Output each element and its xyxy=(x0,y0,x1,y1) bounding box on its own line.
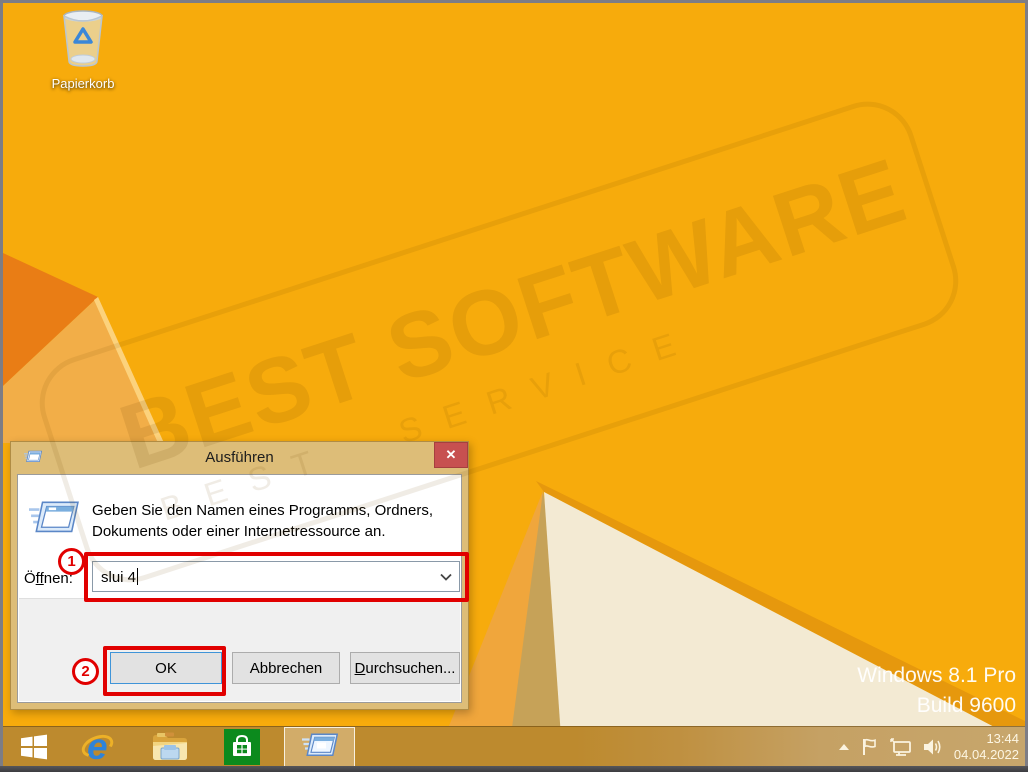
flag-icon xyxy=(861,738,879,756)
store-button[interactable] xyxy=(219,727,265,766)
recycle-bin-label: Papierkorb xyxy=(48,76,118,91)
store-icon xyxy=(224,729,260,765)
dialog-message-line1: Geben Sie den Namen eines Programms, Ord… xyxy=(92,500,433,521)
cancel-button[interactable]: Abbrechen xyxy=(232,652,340,684)
network-icon xyxy=(890,738,912,756)
screenshot-frame: Papierkorb BEST SOFTWARE BEST SERVICE xyxy=(0,0,1028,772)
run-icon xyxy=(24,450,42,465)
tray-date: 04.04.2022 xyxy=(954,747,1019,763)
dialog-title: Ausführen xyxy=(205,449,273,466)
dialog-footer: OK Abbrechen Durchsuchen... xyxy=(19,598,460,701)
network-button[interactable] xyxy=(890,738,912,756)
annotation-box-ok xyxy=(103,646,226,696)
run-icon xyxy=(29,499,79,541)
desktop: Papierkorb BEST SOFTWARE BEST SERVICE xyxy=(3,3,1025,766)
close-icon: ✕ xyxy=(446,447,457,462)
close-button[interactable]: ✕ xyxy=(434,442,468,468)
start-button[interactable] xyxy=(11,727,57,766)
windows-logo-icon xyxy=(20,733,48,761)
speaker-icon xyxy=(923,738,943,756)
file-explorer-icon xyxy=(151,732,189,762)
screenshot-bottom-edge xyxy=(0,766,1028,772)
internet-explorer-icon: e xyxy=(80,729,116,765)
internet-explorer-button[interactable]: e xyxy=(75,727,121,766)
annotation-step-2: 2 xyxy=(72,658,99,685)
tray-time: 13:44 xyxy=(954,731,1019,747)
browse-button[interactable]: Durchsuchen... xyxy=(350,652,460,684)
run-icon xyxy=(302,732,338,762)
dialog-message-line2: Dokuments oder einer Internetressource a… xyxy=(92,521,433,542)
clock[interactable]: 13:44 04.04.2022 xyxy=(954,731,1019,763)
volume-button[interactable] xyxy=(923,738,943,756)
os-version-label: Windows 8.1 Pro Build 9600 xyxy=(857,663,1016,719)
action-center-button[interactable] xyxy=(861,738,879,756)
os-build: Build 9600 xyxy=(857,693,1016,719)
os-edition: Windows 8.1 Pro xyxy=(857,663,1016,689)
watermark-brand: BEST SOFTWARE xyxy=(108,138,919,491)
open-label-pre: Ö xyxy=(24,570,36,587)
open-label-accesskey: ff xyxy=(36,570,44,587)
dialog-message: Geben Sie den Namen eines Programms, Ord… xyxy=(92,500,433,542)
show-hidden-icons-button[interactable] xyxy=(838,743,850,751)
annotation-box-input xyxy=(84,552,469,602)
recycle-bin-icon xyxy=(59,9,107,69)
browse-accesskey: D xyxy=(355,660,366,677)
chevron-up-icon xyxy=(838,743,850,751)
browse-label-rest: urchsuchen... xyxy=(365,660,455,677)
annotation-step-1: 1 xyxy=(58,548,85,575)
run-taskbar-button[interactable] xyxy=(284,727,355,766)
dialog-titlebar[interactable]: Ausführen ✕ xyxy=(11,442,468,474)
recycle-bin[interactable]: Papierkorb xyxy=(48,9,118,91)
taskbar: e xyxy=(3,726,1025,766)
system-tray: 13:44 04.04.2022 xyxy=(838,727,1019,766)
file-explorer-button[interactable] xyxy=(147,727,193,766)
